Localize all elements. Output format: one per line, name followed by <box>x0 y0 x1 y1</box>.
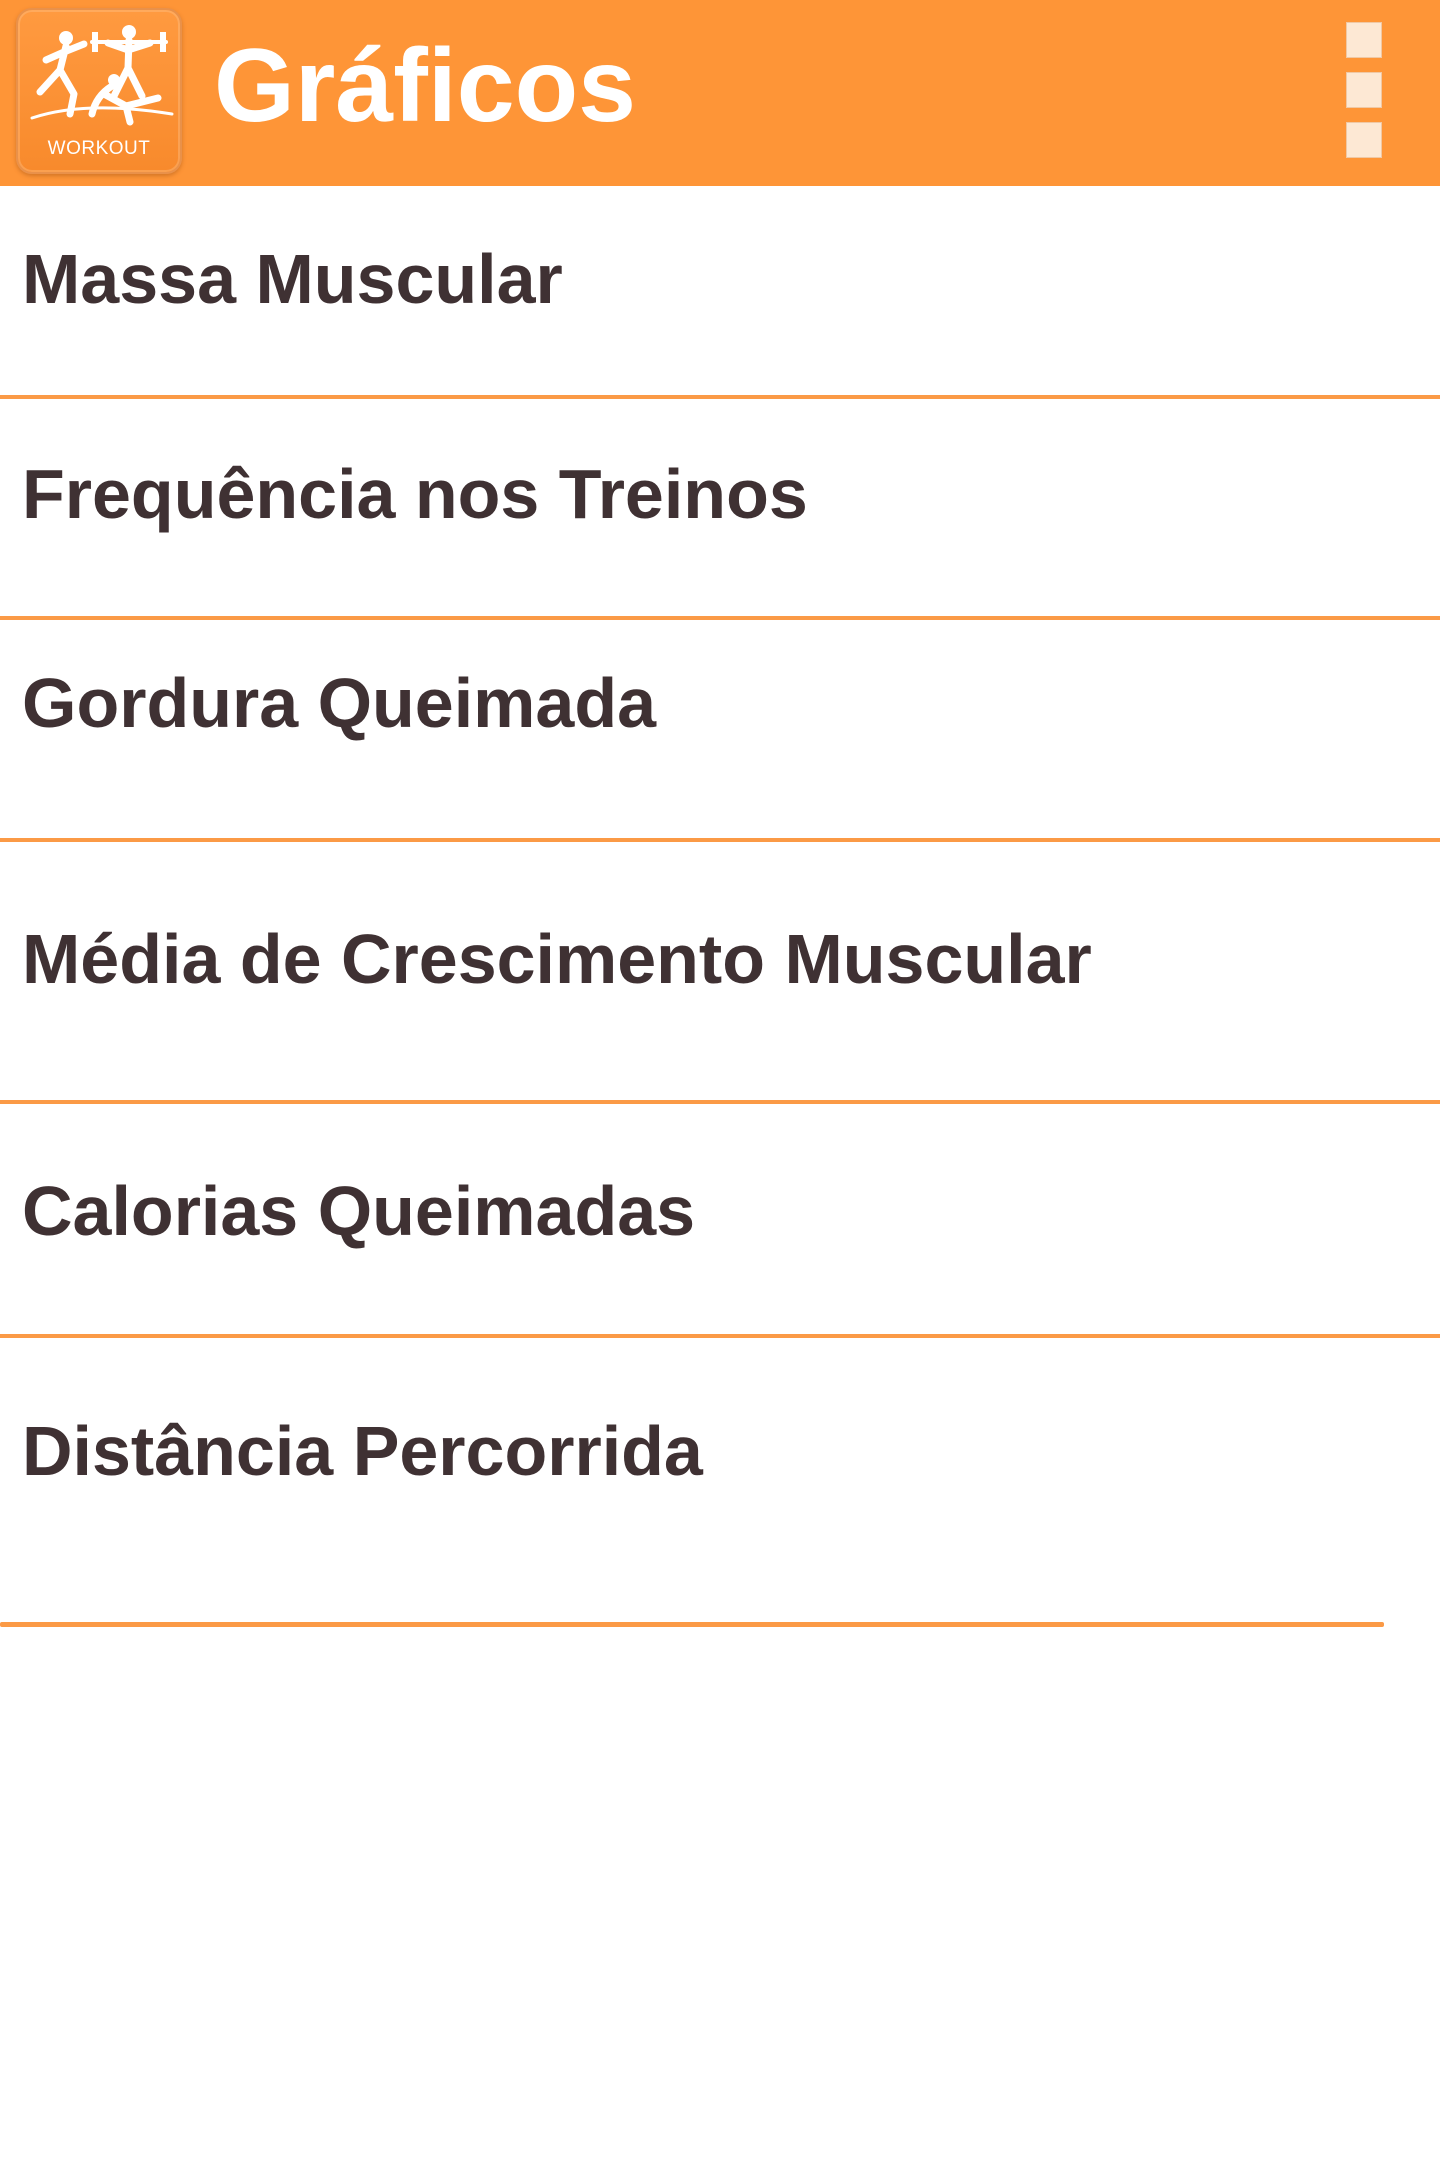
list-item-label: Massa Muscular <box>22 240 563 318</box>
menu-dot <box>1346 22 1382 58</box>
logo-caption: WORKOUT <box>47 138 151 159</box>
list-item-label: Média de Crescimento Muscular <box>22 920 1092 998</box>
overflow-menu-button[interactable] <box>1336 18 1392 168</box>
list-end-divider <box>0 1622 1384 1627</box>
charts-menu-list: Massa Muscular Frequência nos Treinos Go… <box>0 186 1440 1618</box>
list-item-label: Distância Percorrida <box>22 1412 703 1490</box>
list-item-calorias-queimadas[interactable]: Calorias Queimadas <box>0 1104 1440 1338</box>
list-item-gordura-queimada[interactable]: Gordura Queimada <box>0 620 1440 842</box>
list-item-massa-muscular[interactable]: Massa Muscular <box>0 186 1440 399</box>
list-item-frequencia-nos-treinos[interactable]: Frequência nos Treinos <box>0 399 1440 620</box>
list-item-label: Frequência nos Treinos <box>22 455 808 533</box>
page-title: Gráficos <box>214 28 636 144</box>
app-bar: WORKOUT Gráficos <box>0 0 1440 186</box>
list-item-media-de-crescimento-muscular[interactable]: Média de Crescimento Muscular <box>0 842 1440 1104</box>
athletes-logo-icon <box>30 25 174 126</box>
app-logo[interactable]: WORKOUT <box>16 8 182 174</box>
menu-dot <box>1346 72 1382 108</box>
list-item-distancia-percorrida[interactable]: Distância Percorrida <box>0 1338 1440 1618</box>
list-item-label: Calorias Queimadas <box>22 1172 696 1250</box>
list-item-label: Gordura Queimada <box>22 664 657 742</box>
menu-dot <box>1346 122 1382 158</box>
